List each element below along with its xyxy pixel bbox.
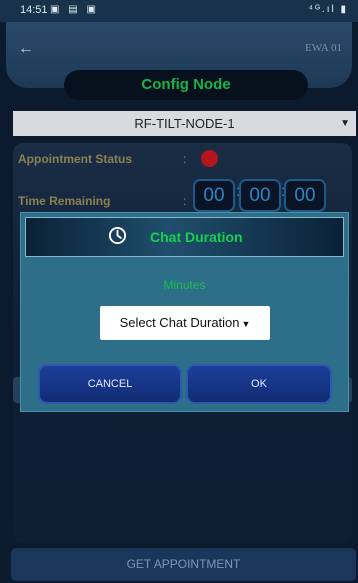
notification-icons: ▣ ▤ ▣ bbox=[50, 4, 99, 15]
cancel-button[interactable]: CANCEL bbox=[38, 364, 182, 404]
back-arrow-icon[interactable]: ← bbox=[18, 40, 34, 58]
status-bar: 14:51 ▣ ▤ ▣ ⁴ᴳ.ıl ▮ bbox=[0, 0, 358, 22]
appointment-colon: : bbox=[183, 152, 187, 166]
chat-duration-select[interactable]: Select Chat Duration ▼ bbox=[100, 306, 270, 340]
app-bar: ← EWA 01 Config Node bbox=[6, 22, 352, 100]
node-selector[interactable]: RF-TILT-NODE-1 ▼ bbox=[13, 111, 356, 136]
seconds-display: 00 bbox=[284, 179, 326, 212]
dialog-header: Chat Duration bbox=[25, 217, 344, 257]
select-value: Select Chat Duration bbox=[119, 315, 240, 330]
chevron-down-icon: ▼ bbox=[340, 118, 350, 129]
chat-duration-dialog: Chat Duration Minutes Select Chat Durati… bbox=[20, 212, 349, 412]
chevron-down-icon: ▼ bbox=[241, 319, 251, 329]
status-indicator-icon bbox=[201, 150, 218, 167]
hours-display: 00 bbox=[193, 179, 235, 212]
dialog-title: Chat Duration bbox=[150, 229, 243, 245]
status-time: 14:51 bbox=[20, 4, 48, 16]
time-remaining-colon: : bbox=[183, 194, 187, 208]
get-appointment-button[interactable]: GET APPOINTMENT bbox=[11, 548, 356, 581]
signal-battery-icons: ⁴ᴳ.ıl ▮ bbox=[308, 4, 348, 15]
unit-label: Minutes bbox=[163, 278, 206, 292]
minutes-display: 00 bbox=[239, 179, 281, 212]
appointment-status-label: Appointment Status bbox=[18, 152, 132, 166]
page-title: Config Node bbox=[64, 70, 308, 100]
clock-icon bbox=[108, 226, 127, 245]
node-selector-value: RF-TILT-NODE-1 bbox=[134, 116, 235, 131]
time-remaining-label: Time Remaining bbox=[18, 194, 111, 208]
device-code: EWA 01 bbox=[305, 42, 342, 54]
ok-button[interactable]: OK bbox=[186, 364, 332, 404]
